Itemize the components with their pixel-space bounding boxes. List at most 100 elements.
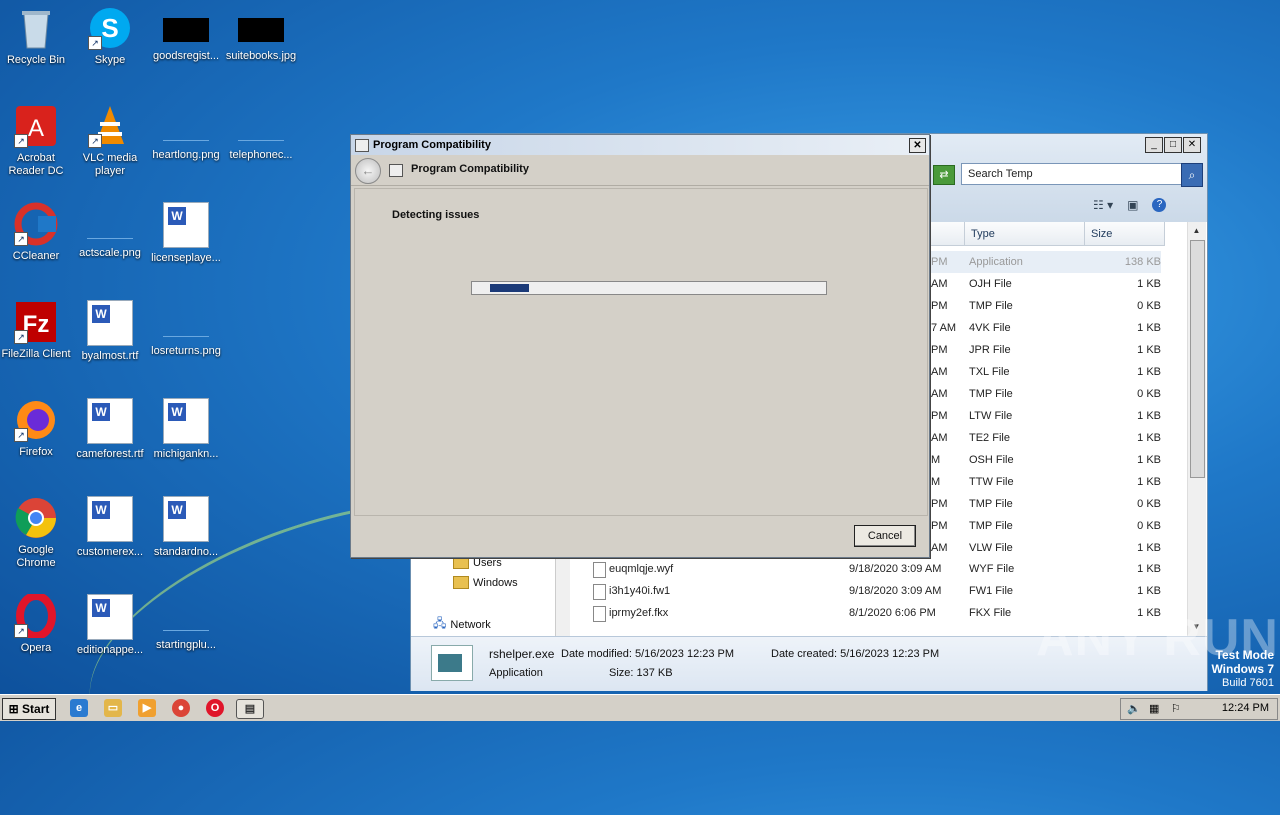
close-button[interactable]: ✕ [1183,137,1201,153]
flag-icon[interactable]: ⚐ [1171,702,1181,715]
chrome-icon[interactable]: ● [172,699,190,717]
firefox-icon: ↗ [14,398,58,442]
desktop-icon-editionappe[interactable]: W editionappe... [72,594,148,657]
desktop-icon-suitebooks[interactable]: suitebooks.jpg [223,6,299,63]
desktop-icon-byalmost[interactable]: W byalmost.rtf [72,300,148,363]
column-header-size[interactable]: Size [1085,222,1165,246]
network-icon: 🖧 [433,616,447,630]
search-icon[interactable]: ⌕ [1181,163,1203,187]
table-row[interactable]: PM TMP File 0 KB [931,515,1161,537]
desktop-icon-recycle-bin[interactable]: Recycle Bin [0,6,74,67]
desktop-icon-firefox[interactable]: ↗ Firefox [0,398,74,459]
internet-explorer-icon[interactable]: e [70,699,88,717]
minimize-button[interactable]: _ [1145,137,1163,153]
nav-item-network[interactable]: 🖧 Network [433,614,491,635]
desktop-icon-skype[interactable]: S ↗ Skype [72,6,148,67]
search-input[interactable]: Search Temp [961,163,1187,185]
dialog-title: Program Compatibility [373,139,491,151]
progress-bar [471,281,827,295]
desktop-icon-customerex[interactable]: W customerex... [72,496,148,559]
table-row[interactable]: AM VLW File 1 KB [931,537,1161,559]
clock[interactable]: 12:24 PM [1222,702,1269,714]
nav-scrollbar[interactable] [555,556,570,636]
media-player-icon[interactable]: ▶ [138,699,156,717]
desktop-icon-licenseplaye[interactable]: W licenseplaye... [148,202,224,265]
recycle-bin-icon [14,6,58,50]
acrobat-icon: A ↗ [14,104,58,148]
table-row[interactable]: AM OJH File 1 KB [931,273,1161,295]
start-button[interactable]: ⊞ Start [2,698,56,720]
file-explorer-icon[interactable]: ▭ [104,699,122,717]
word-document-icon: W [87,496,133,542]
ccleaner-icon: ↗ [14,202,58,246]
desktop-icon-cameforest[interactable]: W cameforest.rtf [72,398,148,461]
help-icon[interactable]: ? [1152,198,1167,212]
table-row[interactable]: AM TMP File 0 KB [931,383,1161,405]
nav-item-windows[interactable]: Windows [453,576,518,589]
table-row[interactable]: PM TMP File 0 KB [931,295,1161,317]
desktop-icon-standardno[interactable]: W standardno... [148,496,224,559]
desktop-icon-acrobat[interactable]: A ↗ Acrobat Reader DC [0,104,74,178]
image-thumbnail [87,214,133,239]
dialog-header-title: Program Compatibility [411,163,529,175]
file-icon [593,562,606,578]
refresh-icon[interactable]: ⇄ [933,165,955,185]
scroll-thumb[interactable] [1190,240,1205,478]
window-controls: _ □ ✕ [1145,137,1201,153]
table-row[interactable]: 7 AM 4VK File 1 KB [931,317,1161,339]
word-document-icon: W [87,594,133,640]
folder-icon [453,576,469,589]
vlc-cone-icon: ↗ [88,104,132,148]
cancel-button[interactable]: Cancel [854,525,916,547]
desktop-icon-heartlong[interactable]: heartlong.png [148,104,224,162]
details-size: Size: 137 KB [609,667,673,679]
desktop-icon-goodsregist[interactable]: goodsregist... [148,6,224,63]
program-compatibility-taskbar-item[interactable]: ▤ [236,699,264,719]
test-mode-text: Test Mode Windows 7 Build 7601 [1211,648,1274,689]
table-row[interactable]: AM TXL File 1 KB [931,361,1161,383]
scroll-up-icon[interactable]: ▲ [1190,224,1203,238]
column-header-date[interactable] [931,222,965,246]
file-icon [593,584,606,600]
word-document-icon: W [87,398,133,444]
svg-text:S: S [101,13,118,43]
table-row[interactable]: AM TE2 File 1 KB [931,427,1161,449]
desktop-icon-chrome[interactable]: Google Chrome [0,496,74,570]
speaker-icon[interactable]: 🔈 [1127,702,1141,715]
skype-icon: S ↗ [88,6,132,50]
close-icon[interactable]: ✕ [909,138,926,153]
table-row[interactable]: PM TMP File 0 KB [931,493,1161,515]
opera-icon[interactable]: O [206,699,224,717]
table-row[interactable]: M OSH File 1 KB [931,449,1161,471]
view-options-icon[interactable]: ☷ ▾ [1093,198,1113,212]
table-row[interactable]: PM LTW File 1 KB [931,405,1161,427]
table-row[interactable]: M TTW File 1 KB [931,471,1161,493]
dialog-body: Detecting issues [354,188,928,516]
program-compatibility-icon [389,164,403,177]
table-row[interactable]: PM JPR File 1 KB [931,339,1161,361]
image-thumbnail [238,116,284,141]
image-thumbnail [163,606,209,631]
desktop-icon-ccleaner[interactable]: ↗ CCleaner [0,202,74,263]
vertical-scrollbar[interactable]: ▲ ▼ [1187,222,1206,636]
table-row[interactable]: i3h1y40i.fw1 9/18/2020 3:09 AM FW1 File 1 K… [591,580,1161,602]
back-arrow-icon[interactable]: ← [355,158,381,184]
preview-pane-icon[interactable]: ▣ [1127,198,1138,212]
table-row[interactable]: euqmlqje.wyf 9/18/2020 3:09 AM WYF File 1 K… [591,558,1161,580]
word-document-icon: W [163,202,209,248]
desktop-icon-telephonec[interactable]: telephonec... [223,104,299,162]
file-list: PM Application 138 KB AM OJH File 1 KB PM TMP… [931,251,1161,559]
desktop-icon-actscale[interactable]: actscale.png [72,202,148,260]
table-row[interactable]: PM Application 138 KB [931,251,1161,273]
desktop-icon-vlc[interactable]: ↗ VLC media player [72,104,148,178]
column-header-type[interactable]: Type [965,222,1085,246]
desktop-icon-startingplu[interactable]: startingplu... [148,594,224,652]
desktop-icon-opera[interactable]: ↗ Opera [0,592,74,655]
desktop-icon-michigankn[interactable]: W michigankn... [148,398,224,461]
desktop-icon-filezilla[interactable]: Fz ↗ FileZilla Client [0,300,74,361]
maximize-button[interactable]: □ [1164,137,1182,153]
desktop-icon-losreturns[interactable]: losreturns.png [148,300,224,358]
svg-text:A: A [28,115,44,142]
network-tray-icon[interactable]: ▦ [1149,702,1159,715]
word-document-icon: W [87,300,133,346]
